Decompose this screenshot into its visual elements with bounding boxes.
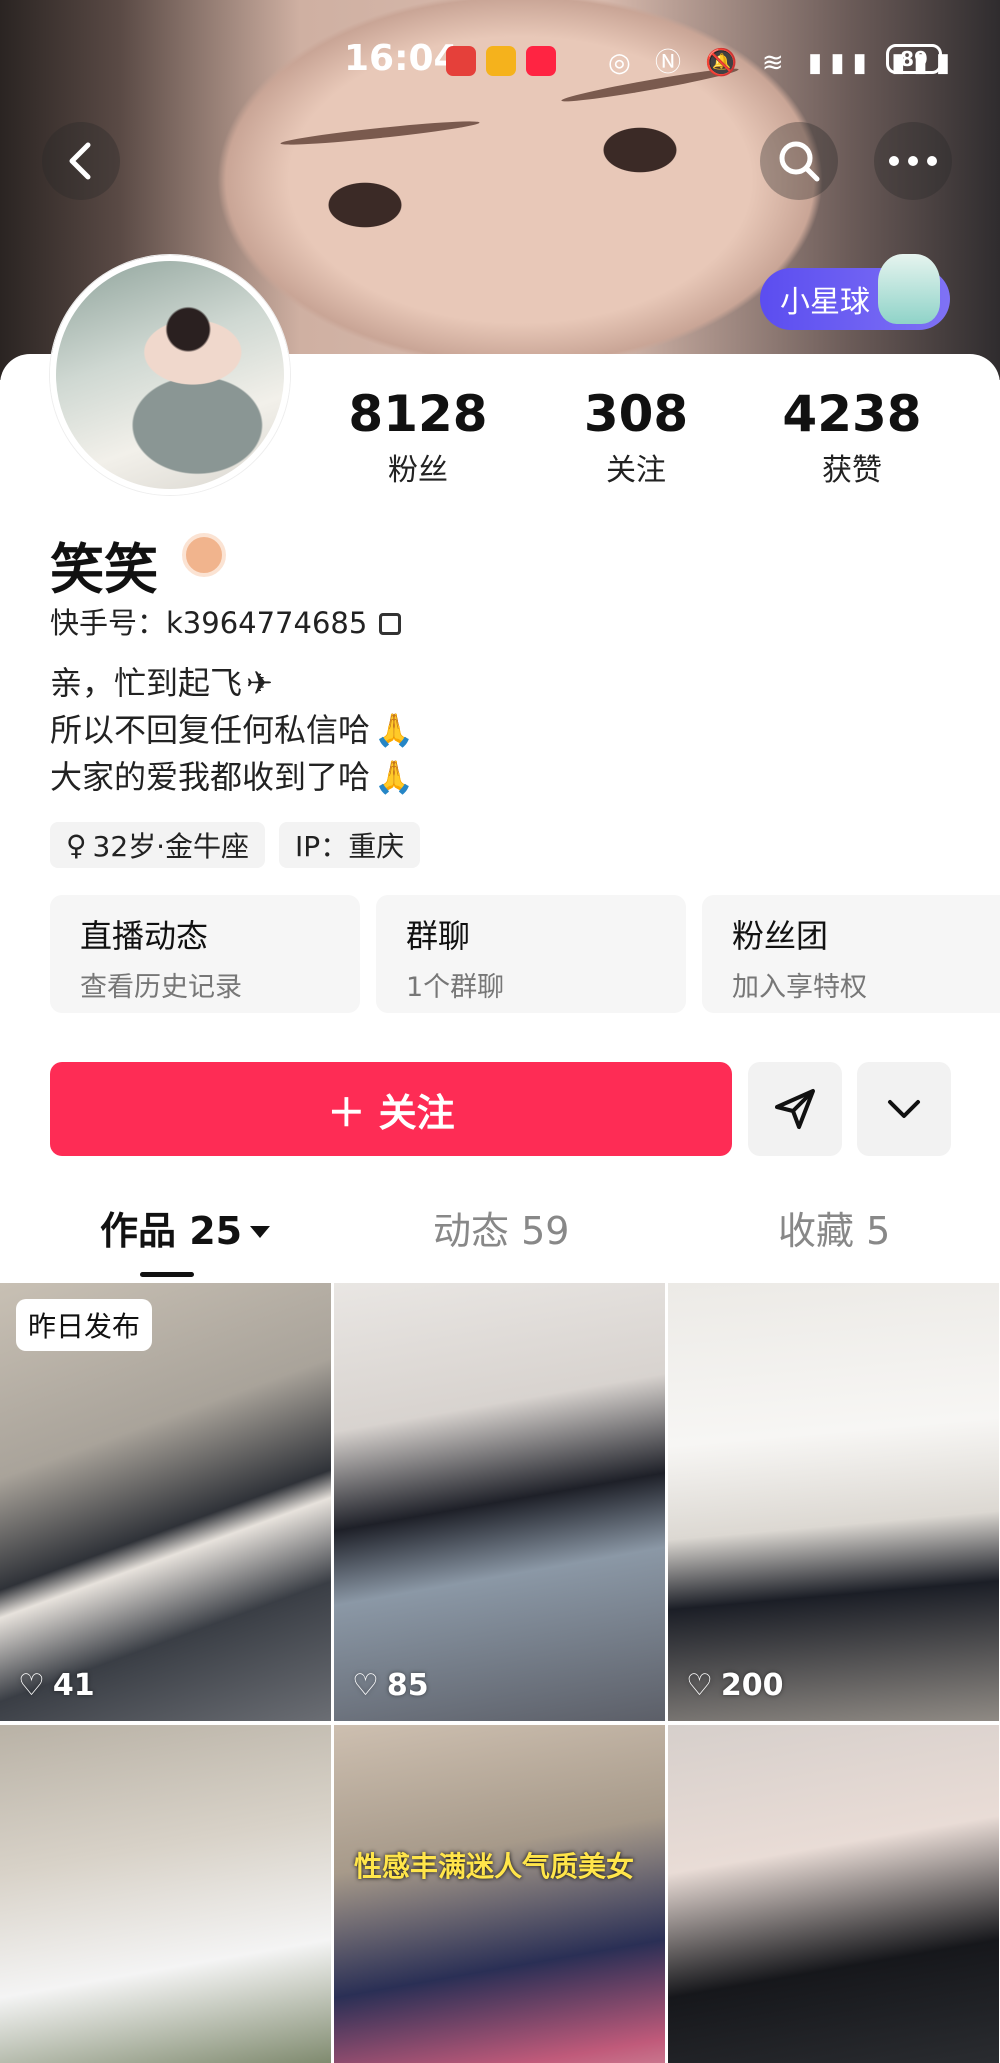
more-button[interactable] bbox=[874, 122, 952, 200]
caret-down-icon bbox=[250, 1226, 271, 1238]
video-thumbnail[interactable]: 性感丰满迷人气质美女 bbox=[334, 1725, 665, 2063]
huawei-app-icon bbox=[446, 46, 476, 76]
star-planet-icon bbox=[878, 254, 940, 324]
video-thumbnail[interactable]: 昨日发布 ♡ 41 bbox=[0, 1283, 331, 1721]
card-subtitle: 1个群聊 bbox=[406, 972, 505, 1003]
stat-value: 4238 bbox=[782, 385, 922, 443]
copy-icon[interactable] bbox=[379, 613, 402, 635]
back-button[interactable] bbox=[42, 122, 120, 200]
like-count-text: 200 bbox=[720, 1668, 784, 1703]
star-planet-label: 小星球 bbox=[780, 285, 870, 320]
video-thumbnail[interactable]: ♡ 85 bbox=[334, 1283, 665, 1721]
kuaishou-id[interactable]: 快手号：k3964774685 bbox=[50, 600, 402, 642]
stat-following[interactable]: 308 关注 bbox=[536, 385, 736, 489]
profile-tags: ♀ 32岁·金牛座 IP：重庆 bbox=[50, 822, 421, 868]
stat-value: 308 bbox=[583, 385, 689, 443]
bio-line: 大家的爱我都收到了哈 bbox=[50, 758, 371, 796]
pray-icon: 🙏 bbox=[374, 711, 414, 749]
bio-line: 所以不回复任何私信哈 bbox=[50, 711, 371, 749]
banner-art bbox=[280, 117, 480, 149]
stat-label: 粉丝 bbox=[388, 453, 448, 488]
feature-cards: 直播动态 查看历史记录 群聊 1个群聊 粉丝团 加入享特权 bbox=[50, 895, 1000, 1013]
card-subtitle: 查看历史记录 bbox=[80, 972, 242, 1003]
level-badge-icon[interactable] bbox=[182, 533, 226, 577]
stat-label: 获赞 bbox=[822, 453, 882, 488]
tab-moments[interactable]: 动态 59 bbox=[433, 1200, 569, 1255]
new-post-badge: 昨日发布 bbox=[16, 1299, 153, 1351]
like-count-text: 41 bbox=[52, 1668, 95, 1703]
heart-icon: ♡ bbox=[18, 1668, 45, 1703]
stat-label: 关注 bbox=[606, 453, 666, 488]
airplane-icon: ✈ bbox=[246, 664, 273, 702]
tab-favorites[interactable]: 收藏 5 bbox=[778, 1200, 890, 1255]
tag-age: ♀ 32岁·金牛座 bbox=[50, 822, 266, 868]
kuaishou-id-text: 快手号：k3964774685 bbox=[50, 606, 368, 640]
battery-icon: 89 bbox=[886, 44, 942, 74]
tag-text: 32岁·金牛座 bbox=[92, 830, 250, 863]
tab-label: 作品 25 bbox=[100, 1209, 243, 1253]
weibo-app-icon bbox=[486, 46, 516, 76]
stat-likes[interactable]: 4238 获赞 bbox=[752, 385, 952, 489]
stat-followers[interactable]: 8128 粉丝 bbox=[318, 385, 518, 489]
fan-club-card[interactable]: 粉丝团 加入享特权 bbox=[702, 895, 1000, 1013]
heart-icon: ♡ bbox=[352, 1668, 379, 1703]
profile-name: 笑笑 bbox=[50, 538, 158, 601]
stat-value: 8128 bbox=[348, 385, 488, 443]
group-chat-card[interactable]: 群聊 1个群聊 bbox=[376, 895, 686, 1013]
video-caption: 性感丰满迷人气质美女 bbox=[354, 1850, 635, 1883]
tab-works[interactable]: 作品 25 bbox=[100, 1200, 271, 1255]
more-icon bbox=[889, 156, 937, 166]
like-count: ♡ 200 bbox=[686, 1668, 784, 1703]
like-count: ♡ 41 bbox=[18, 1668, 95, 1703]
tab-indicator bbox=[140, 1272, 194, 1277]
share-button[interactable] bbox=[748, 1062, 842, 1156]
status-time: 16:04 bbox=[344, 38, 459, 79]
like-count: ♡ 85 bbox=[352, 1668, 429, 1703]
chevron-left-icon bbox=[69, 142, 91, 180]
status-bar: 16:04 ◎ Ⓝ 🔕 ≋ ▮▮▮ ▮▮▮ 89 bbox=[0, 38, 1000, 82]
video-thumbnail[interactable] bbox=[668, 1725, 999, 2063]
more-actions-button[interactable] bbox=[857, 1062, 951, 1156]
avatar[interactable] bbox=[50, 255, 290, 495]
content-tabs: 作品 25 动态 59 收藏 5 bbox=[0, 1200, 1000, 1260]
heart-icon: ♡ bbox=[686, 1668, 713, 1703]
search-icon bbox=[779, 141, 820, 182]
xiaohongshu-app-icon bbox=[526, 46, 556, 76]
card-title: 群聊 bbox=[406, 917, 471, 955]
chevron-down-icon bbox=[888, 1100, 920, 1118]
tag-ip: IP：重庆 bbox=[279, 822, 421, 868]
card-title: 粉丝团 bbox=[732, 917, 829, 955]
like-count-text: 85 bbox=[386, 1668, 429, 1703]
profile-bio: 亲，忙到起飞 ✈ 所以不回复任何私信哈 🙏 大家的爱我都收到了哈 🙏 bbox=[50, 660, 414, 801]
card-subtitle: 加入享特权 bbox=[732, 972, 867, 1003]
search-button[interactable] bbox=[760, 122, 838, 200]
live-history-card[interactable]: 直播动态 查看历史记录 bbox=[50, 895, 360, 1013]
video-thumbnail[interactable]: ♡ 200 bbox=[668, 1283, 999, 1721]
card-title: 直播动态 bbox=[80, 917, 209, 955]
bio-line: 亲，忙到起飞 bbox=[50, 664, 243, 702]
star-planet-button[interactable]: 小星球 bbox=[760, 254, 950, 330]
tag-text: IP：重庆 bbox=[295, 830, 405, 863]
video-thumbnail[interactable] bbox=[0, 1725, 331, 2063]
send-icon bbox=[775, 1089, 815, 1129]
follow-button[interactable]: ＋ 关注 bbox=[50, 1062, 732, 1156]
gender-icon: ♀ bbox=[66, 828, 87, 862]
pray-icon: 🙏 bbox=[374, 758, 414, 796]
